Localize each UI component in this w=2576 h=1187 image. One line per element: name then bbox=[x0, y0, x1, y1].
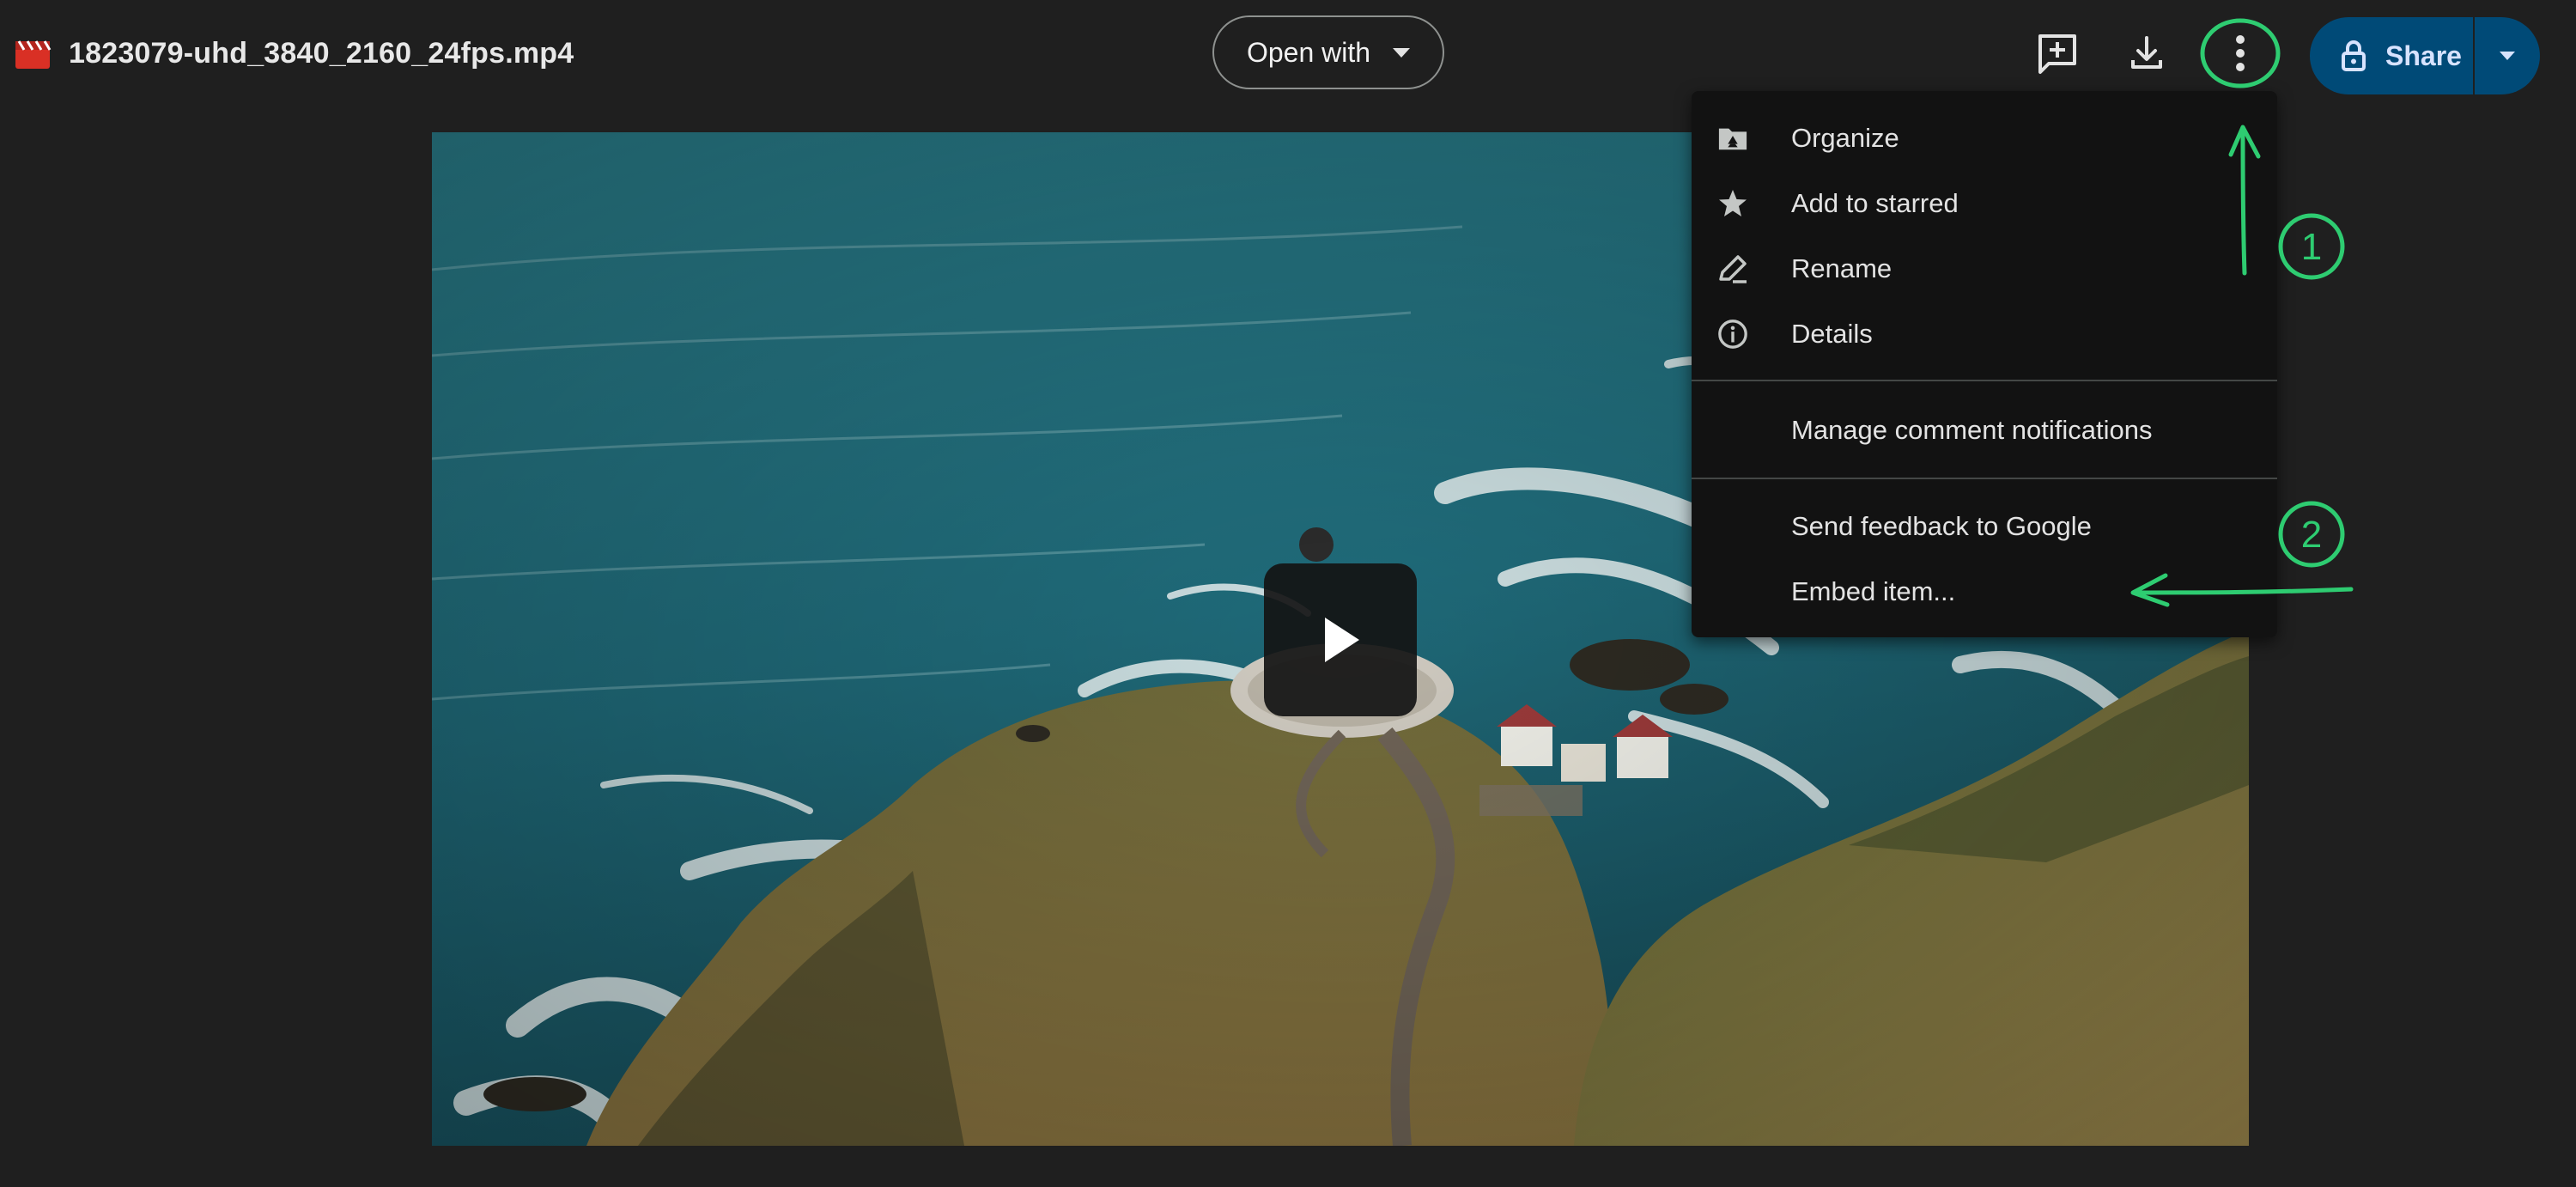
step-1-label: 1 bbox=[2301, 226, 2322, 268]
share-button[interactable]: Share bbox=[2310, 17, 2475, 94]
add-comment-icon bbox=[2038, 34, 2076, 74]
add-comment-button[interactable] bbox=[2026, 22, 2088, 84]
menu-item-label: Embed item... bbox=[1791, 576, 1956, 606]
open-with-label: Open with bbox=[1246, 36, 1371, 68]
step-1-circle bbox=[2278, 213, 2345, 280]
play-button[interactable] bbox=[1264, 563, 1417, 716]
share-button-group: Share bbox=[2310, 17, 2540, 94]
menu-item-send-feedback[interactable]: Send feedback to Google bbox=[1692, 496, 2277, 557]
folder-drive-icon bbox=[1717, 123, 1748, 154]
share-label: Share bbox=[2385, 40, 2462, 71]
step-2-circle bbox=[2278, 501, 2345, 568]
chevron-down-icon bbox=[1393, 47, 1411, 58]
video-file-icon bbox=[15, 40, 52, 69]
menu-item-label: Add to starred bbox=[1791, 188, 1959, 218]
menu-item-label: Details bbox=[1791, 319, 1873, 349]
menu-item-add-to-starred[interactable]: Add to starred bbox=[1692, 173, 2277, 234]
more-vert-icon bbox=[2236, 35, 2245, 71]
star-icon bbox=[1717, 188, 1748, 219]
file-title: 1823079-uhd_3840_2160_24fps.mp4 bbox=[14, 31, 574, 76]
menu-item-label: Organize bbox=[1791, 123, 1899, 153]
chevron-down-icon bbox=[2500, 52, 2515, 60]
download-button[interactable] bbox=[2116, 22, 2178, 84]
menu-item-label: Rename bbox=[1791, 253, 1893, 283]
menu-item-manage-comment-notifications[interactable]: Manage comment notifications bbox=[1692, 400, 2277, 460]
info-icon bbox=[1717, 319, 1748, 350]
menu-item-embed-item[interactable]: Embed item... bbox=[1692, 562, 2277, 622]
menu-item-label: Manage comment notifications bbox=[1791, 415, 2153, 445]
play-icon bbox=[1325, 618, 1359, 662]
pencil-icon bbox=[1717, 253, 1748, 284]
share-options-button[interactable] bbox=[2475, 52, 2540, 60]
more-actions-menu: Organize Add to starred Rename Details M… bbox=[1692, 91, 2277, 637]
open-with-button[interactable]: Open with bbox=[1212, 15, 1444, 89]
download-icon bbox=[2131, 36, 2162, 69]
menu-divider bbox=[1692, 380, 2277, 381]
lock-icon bbox=[2342, 40, 2366, 71]
file-name: 1823079-uhd_3840_2160_24fps.mp4 bbox=[69, 36, 574, 70]
more-actions-button[interactable] bbox=[2209, 22, 2271, 84]
menu-item-label: Send feedback to Google bbox=[1791, 511, 2092, 541]
menu-item-details[interactable]: Details bbox=[1692, 304, 2277, 364]
step-2-label: 2 bbox=[2301, 514, 2322, 556]
menu-item-rename[interactable]: Rename bbox=[1692, 239, 2277, 299]
menu-item-organize[interactable]: Organize bbox=[1692, 108, 2277, 168]
menu-divider bbox=[1692, 478, 2277, 479]
